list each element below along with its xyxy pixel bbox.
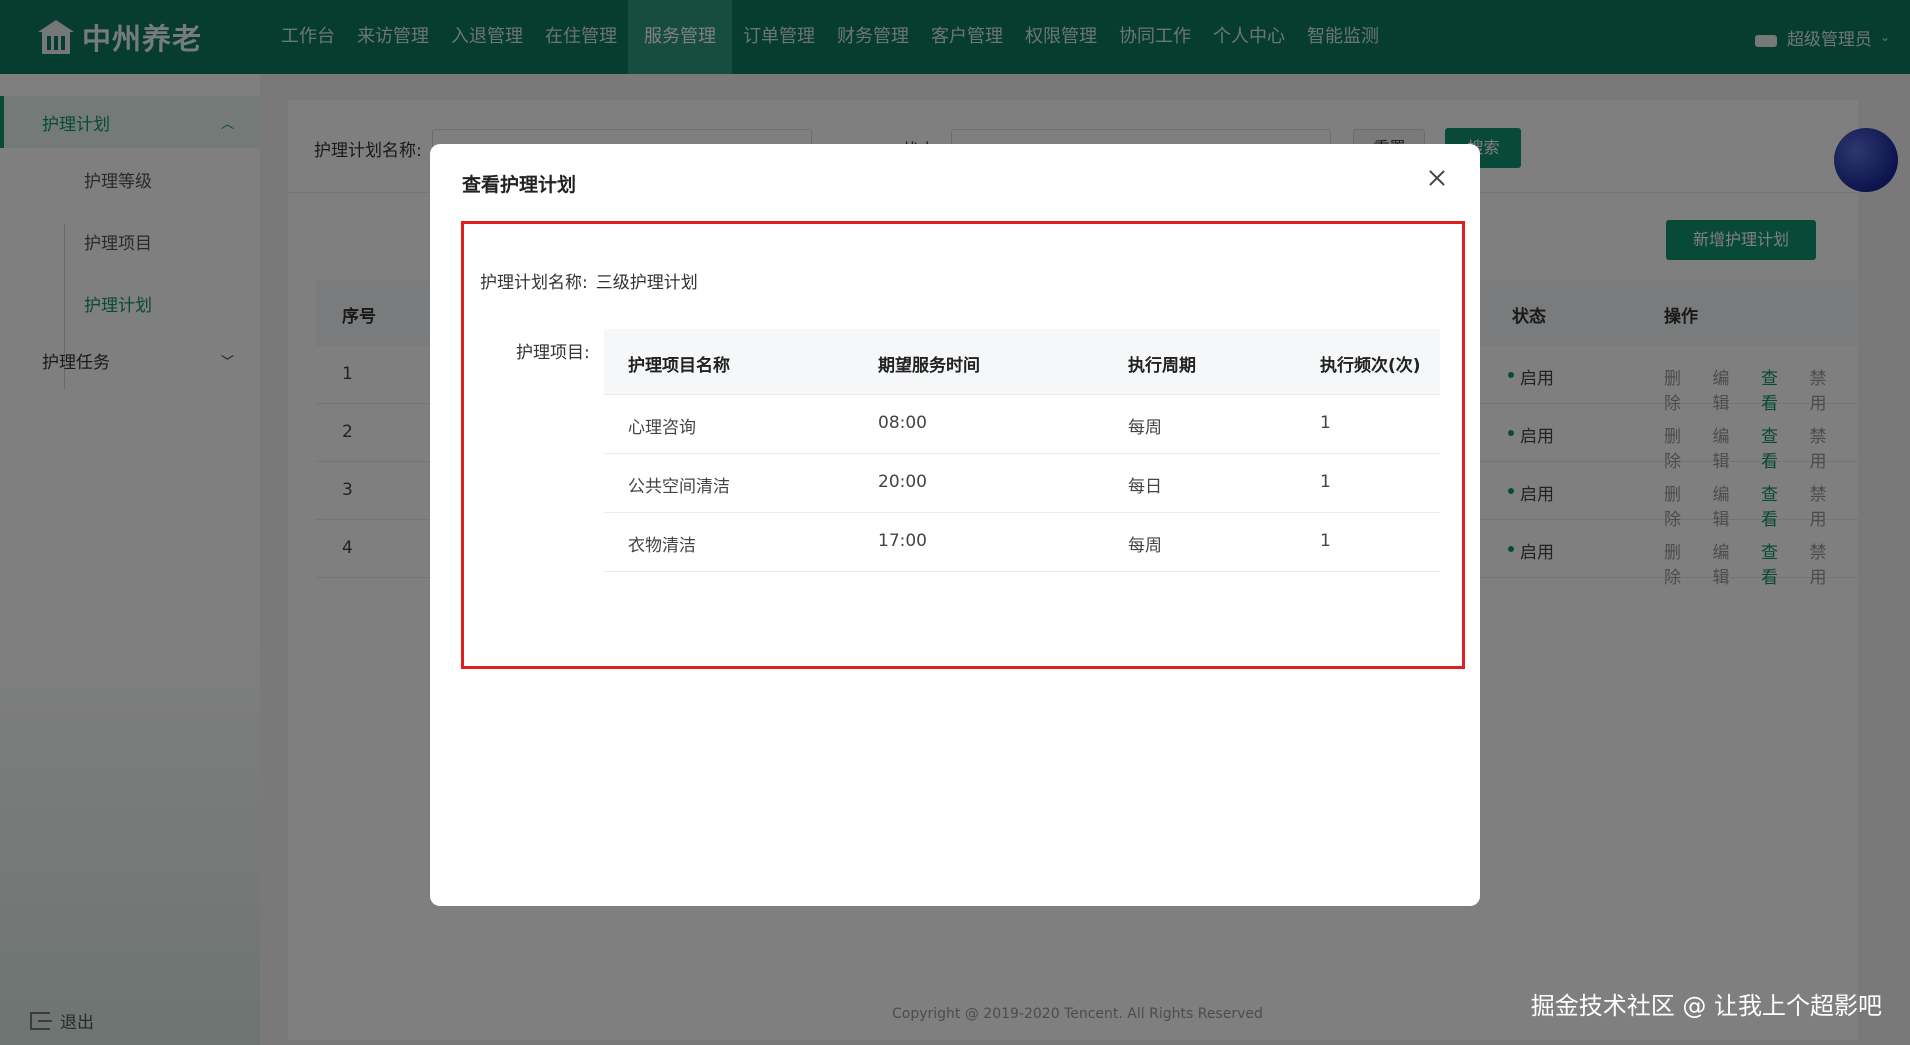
- table-row: 心理咨询 08:00 每周 1: [604, 395, 1440, 454]
- view-care-plan-dialog: 查看护理计划 护理计划名称: 三级护理计划 护理项目: 护理项目名称 期望服务时…: [430, 144, 1480, 906]
- cycle-cell: 每周: [1128, 536, 1162, 556]
- item-name-cell: 心理咨询: [628, 418, 696, 438]
- item-name-cell: 公共空间清洁: [628, 477, 730, 497]
- cycle-cell: 每日: [1128, 477, 1162, 497]
- column-header-service-time: 期望服务时间: [878, 356, 980, 376]
- table-row: 公共空间清洁 20:00 每日 1: [604, 454, 1440, 513]
- table-header: 护理项目名称 期望服务时间 执行周期 执行频次(次): [604, 329, 1440, 395]
- column-header-frequency: 执行频次(次): [1320, 356, 1421, 376]
- plan-name-row: 护理计划名称: 三级护理计划: [480, 268, 698, 293]
- column-header-cycle: 执行周期: [1128, 356, 1196, 376]
- dialog-title: 查看护理计划: [462, 174, 577, 196]
- column-header-item-name: 护理项目名称: [628, 356, 730, 376]
- service-time-cell: 17:00: [878, 531, 927, 551]
- table-row: 衣物清洁 17:00 每周 1: [604, 513, 1440, 572]
- care-items-label: 护理项目:: [516, 343, 590, 363]
- frequency-cell: 1: [1320, 413, 1331, 433]
- service-time-cell: 20:00: [878, 472, 927, 492]
- care-items-table: 护理项目名称 期望服务时间 执行周期 执行频次(次) 心理咨询 08:00 每周…: [604, 329, 1440, 572]
- frequency-cell: 1: [1320, 472, 1331, 492]
- frequency-cell: 1: [1320, 531, 1331, 551]
- cycle-cell: 每周: [1128, 418, 1162, 438]
- service-time-cell: 08:00: [878, 413, 927, 433]
- item-name-cell: 衣物清洁: [628, 536, 696, 556]
- close-icon[interactable]: [1424, 166, 1450, 192]
- watermark: 掘金技术社区 @ 让我上个超影吧: [1530, 992, 1882, 1020]
- plan-name-label: 护理计划名称:: [480, 273, 588, 293]
- plan-name-value: 三级护理计划: [595, 273, 698, 293]
